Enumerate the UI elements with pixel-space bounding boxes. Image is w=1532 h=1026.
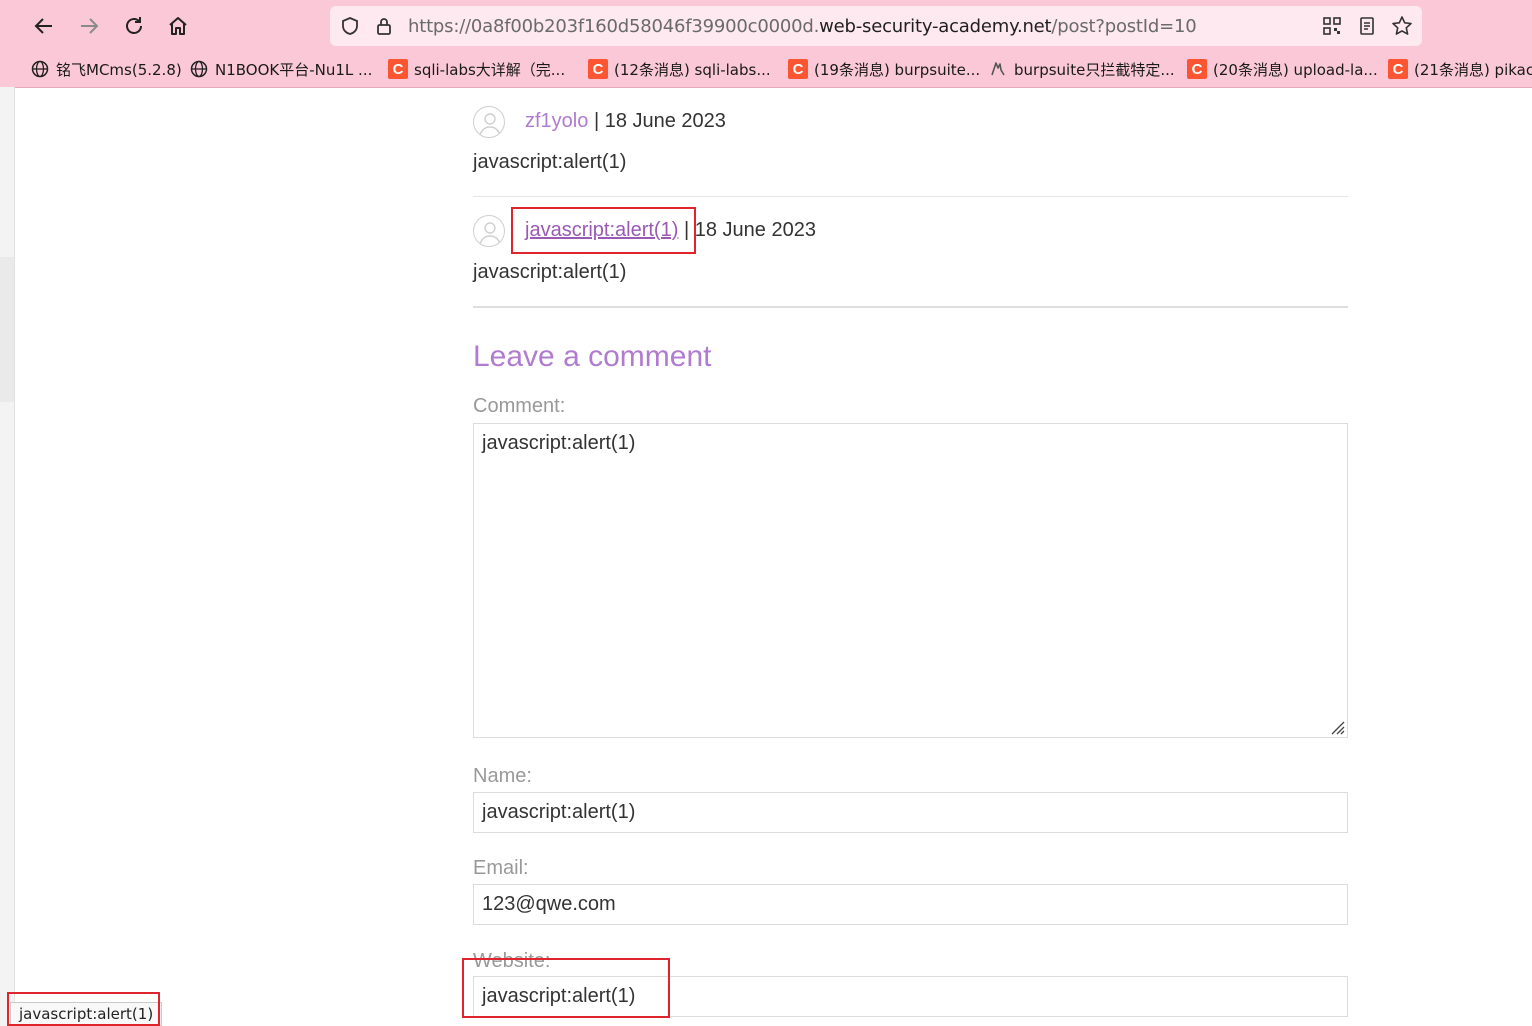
reader-view-icon[interactable]	[1355, 14, 1379, 38]
home-button[interactable]	[162, 10, 194, 42]
bookmark-item[interactable]: C (20条消息) upload-la...	[1187, 58, 1378, 80]
comment-author: zf1yolo	[525, 110, 589, 132]
name-field-value: javascript:alert(1)	[482, 801, 636, 823]
home-icon	[169, 17, 187, 35]
lock-icon[interactable]	[372, 14, 396, 38]
highlight-box	[511, 207, 696, 254]
comment-date: 18 June 2023	[604, 110, 726, 132]
comment-textarea[interactable]: javascript:alert(1)	[473, 423, 1348, 738]
bookmark-item[interactable]: N1BOOK平台-Nu1L ...	[189, 58, 372, 80]
email-label: Email:	[473, 857, 529, 879]
csdn-icon: C	[388, 59, 408, 79]
bookmark-label: N1BOOK平台-Nu1L ...	[215, 60, 373, 79]
email-field[interactable]: 123@qwe.com	[473, 884, 1348, 925]
bookmark-label: (19条消息) burpsuite...	[814, 60, 981, 79]
left-sidebar-strip	[0, 87, 15, 1026]
bookmark-item[interactable]: C (19条消息) burpsuite...	[788, 58, 980, 80]
url-path: /post?postId=10	[1051, 16, 1197, 37]
csdn-icon: C	[1388, 59, 1408, 79]
comment-item: zf1yolo | 18 June 2023 javascript:alert(…	[473, 106, 1348, 186]
csdn-icon: C	[788, 59, 808, 79]
bookmark-item[interactable]: 铭飞MCms(5.2.8)	[30, 58, 182, 80]
avatar	[473, 106, 505, 138]
name-field[interactable]: javascript:alert(1)	[473, 792, 1348, 833]
reload-button[interactable]	[118, 10, 150, 42]
bookmark-label: (20条消息) upload-la...	[1213, 60, 1378, 79]
shield-icon[interactable]	[338, 14, 362, 38]
bookmark-item[interactable]: C (12条消息) sqli-labs...	[588, 58, 771, 80]
comment-textarea-value: javascript:alert(1)	[482, 432, 636, 454]
url-text[interactable]: https://0a8f00b203f160d58046f39900c0000d…	[408, 16, 1197, 37]
name-label: Name:	[473, 765, 532, 787]
bookmark-label: (21条消息) pikac	[1414, 60, 1532, 79]
globe-icon	[30, 59, 50, 79]
globe-icon	[189, 59, 209, 79]
bookmark-item[interactable]: burpsuite只拦截特定...	[988, 58, 1175, 80]
comment-divider	[473, 196, 1348, 197]
comment-meta: zf1yolo | 18 June 2023	[525, 110, 726, 133]
bookmark-star-icon[interactable]	[1390, 14, 1414, 38]
highlight-box	[7, 992, 160, 1026]
email-field-value: 123@qwe.com	[482, 893, 616, 915]
csdn-icon: C	[1187, 59, 1207, 79]
bookmark-label: sqli-labs大详解（完...	[414, 60, 566, 79]
comment-label: Comment:	[473, 395, 566, 417]
browser-toolbar: https://0a8f00b203f160d58046f39900c0000d…	[0, 0, 1532, 52]
url-prefix: https://0a8f00b203f160d58046f39900c0000d…	[408, 16, 820, 37]
form-title: Leave a comment	[473, 340, 712, 373]
meta-separator: |	[593, 110, 600, 132]
address-bar[interactable]: https://0a8f00b203f160d58046f39900c0000d…	[330, 6, 1422, 46]
back-button[interactable]	[28, 10, 60, 42]
section-divider	[473, 306, 1348, 308]
qr-code-icon[interactable]	[1320, 14, 1344, 38]
bookmark-item[interactable]: C (21条消息) pikac	[1388, 58, 1532, 80]
bookmark-label: (12条消息) sqli-labs...	[614, 60, 771, 79]
forward-arrow-icon	[81, 18, 99, 34]
resize-grip-icon[interactable]	[1329, 719, 1345, 735]
bookmarks-bar: 铭飞MCms(5.2.8) N1BOOK平台-Nu1L ... C sqli-l…	[0, 52, 1532, 88]
csdn-icon: C	[588, 59, 608, 79]
reload-icon	[126, 17, 142, 34]
wolf-icon	[988, 59, 1008, 79]
bookmark-item[interactable]: C sqli-labs大详解（完...	[388, 58, 565, 80]
url-domain: web-security-academy.net	[819, 16, 1052, 37]
forward-button[interactable]	[73, 10, 105, 42]
comment-text: javascript:alert(1)	[473, 151, 627, 173]
comment-date: 18 June 2023	[694, 219, 816, 241]
comment-text: javascript:alert(1)	[473, 261, 627, 283]
avatar	[473, 215, 505, 247]
bookmark-label: 铭飞MCms(5.2.8)	[56, 60, 182, 79]
bookmark-label: burpsuite只拦截特定...	[1014, 60, 1175, 79]
back-arrow-icon	[34, 18, 52, 34]
highlight-box	[462, 958, 670, 1018]
